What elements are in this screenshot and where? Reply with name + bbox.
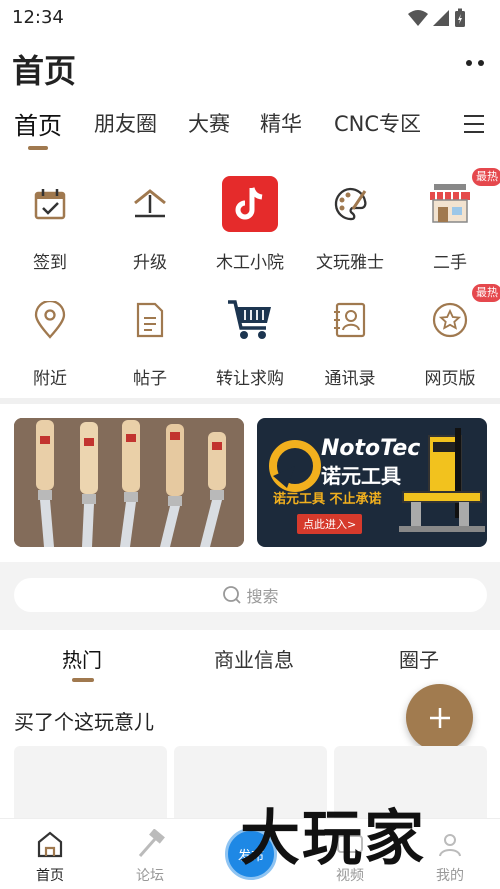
tab-home[interactable]: 首页 <box>14 106 62 141</box>
grid-label: 升级 <box>133 253 167 273</box>
tab-friends[interactable]: 朋友圈 <box>94 108 157 138</box>
machine-image <box>399 428 485 532</box>
grid-item-secondhand[interactable]: 最热 二手 <box>400 168 500 286</box>
grid-label: 帖子 <box>133 369 167 389</box>
upgrade-icon <box>122 176 178 232</box>
location-pin-icon <box>22 292 78 348</box>
top-tab-bar: 首页 朋友圈 大赛 精华 CNC专区 <box>0 108 500 148</box>
status-icons <box>408 8 466 28</box>
nototec-logo-icon <box>269 440 321 492</box>
grid-item-collectibles[interactable]: 文玩雅士 <box>300 176 400 286</box>
search-placeholder: 搜索 <box>246 587 279 606</box>
document-icon <box>122 292 178 348</box>
watermark-text: 大玩家 <box>240 804 426 874</box>
banner-slogan: 诺元工具 不止承诺 <box>273 492 382 507</box>
cart-icon <box>222 292 278 348</box>
tab-contest[interactable]: 大赛 <box>188 108 230 138</box>
grid-label: 签到 <box>33 253 67 273</box>
grid-item-checkin[interactable]: 签到 <box>0 176 100 286</box>
tab-business[interactable]: 商业信息 <box>214 644 294 673</box>
grid-item-trade[interactable]: 转让求购 <box>200 292 300 402</box>
shop-icon <box>422 176 478 232</box>
battery-icon <box>455 8 465 27</box>
add-post-button[interactable] <box>406 684 473 751</box>
grid-label: 木工小院 <box>216 253 284 273</box>
grid-label: 通讯录 <box>324 369 376 389</box>
grid-label: 网页版 <box>424 369 476 389</box>
grid-item-nearby[interactable]: 附近 <box>0 292 100 402</box>
nav-forum[interactable]: 论坛 <box>100 819 200 889</box>
banner-cta[interactable]: 点此进入> <box>297 514 363 534</box>
tab-cnc[interactable]: CNC专区 <box>334 108 421 138</box>
calendar-check-icon <box>22 176 78 232</box>
grid-label: 转让求购 <box>216 369 284 389</box>
banner-brand-cn: 诺元工具 <box>321 464 401 488</box>
status-bar: 12:34 <box>0 0 500 34</box>
content-tab-indicator <box>72 678 94 682</box>
grid-item-contacts[interactable]: 通讯录 <box>300 292 400 402</box>
tab-hot[interactable]: 热门 <box>62 644 102 673</box>
grid-label: 附近 <box>33 369 67 389</box>
tab-featured[interactable]: 精华 <box>260 108 302 138</box>
grid-item-posts[interactable]: 帖子 <box>100 292 200 402</box>
nav-home[interactable]: 首页 <box>0 819 100 889</box>
hammer-icon <box>135 829 165 859</box>
grid-label: 文玩雅士 <box>316 253 384 273</box>
menu-icon[interactable] <box>464 115 484 139</box>
wifi-icon <box>408 10 428 26</box>
contacts-icon <box>322 292 378 348</box>
banner-chisels[interactable] <box>14 418 244 547</box>
tab-circles[interactable]: 圈子 <box>399 644 439 673</box>
nav-label: 论坛 <box>136 868 164 884</box>
search-icon <box>223 586 242 604</box>
tab-indicator <box>28 146 48 150</box>
status-time: 12:34 <box>12 7 64 28</box>
hot-badge: 最热 <box>472 284 500 302</box>
grid-label: 二手 <box>433 253 467 273</box>
signal-icon <box>433 10 449 26</box>
more-options-icon[interactable] <box>466 60 484 66</box>
banner-nototec[interactable]: NotoTec 诺元工具 诺元工具 不止承诺 点此进入> <box>257 418 487 547</box>
profile-icon <box>435 829 465 859</box>
search-input[interactable]: 搜索 <box>14 578 487 612</box>
page-title: 首页 <box>12 52 77 90</box>
nav-label: 首页 <box>36 868 64 884</box>
star-circle-icon <box>422 292 478 348</box>
post-card[interactable] <box>14 746 167 826</box>
home-icon <box>35 829 65 859</box>
chisels-image <box>14 418 244 547</box>
grid-item-web[interactable]: 最热 网页版 <box>400 284 500 402</box>
grid-item-woodwork[interactable]: 木工小院 <box>200 176 300 286</box>
palette-icon <box>322 176 378 232</box>
hot-badge: 最热 <box>472 168 500 186</box>
grid-item-upgrade[interactable]: 升级 <box>100 176 200 286</box>
section-title: 买了个这玩意儿 <box>14 710 154 734</box>
tiktok-icon <box>222 176 278 232</box>
plus-icon <box>429 707 450 728</box>
section-divider <box>0 398 500 404</box>
